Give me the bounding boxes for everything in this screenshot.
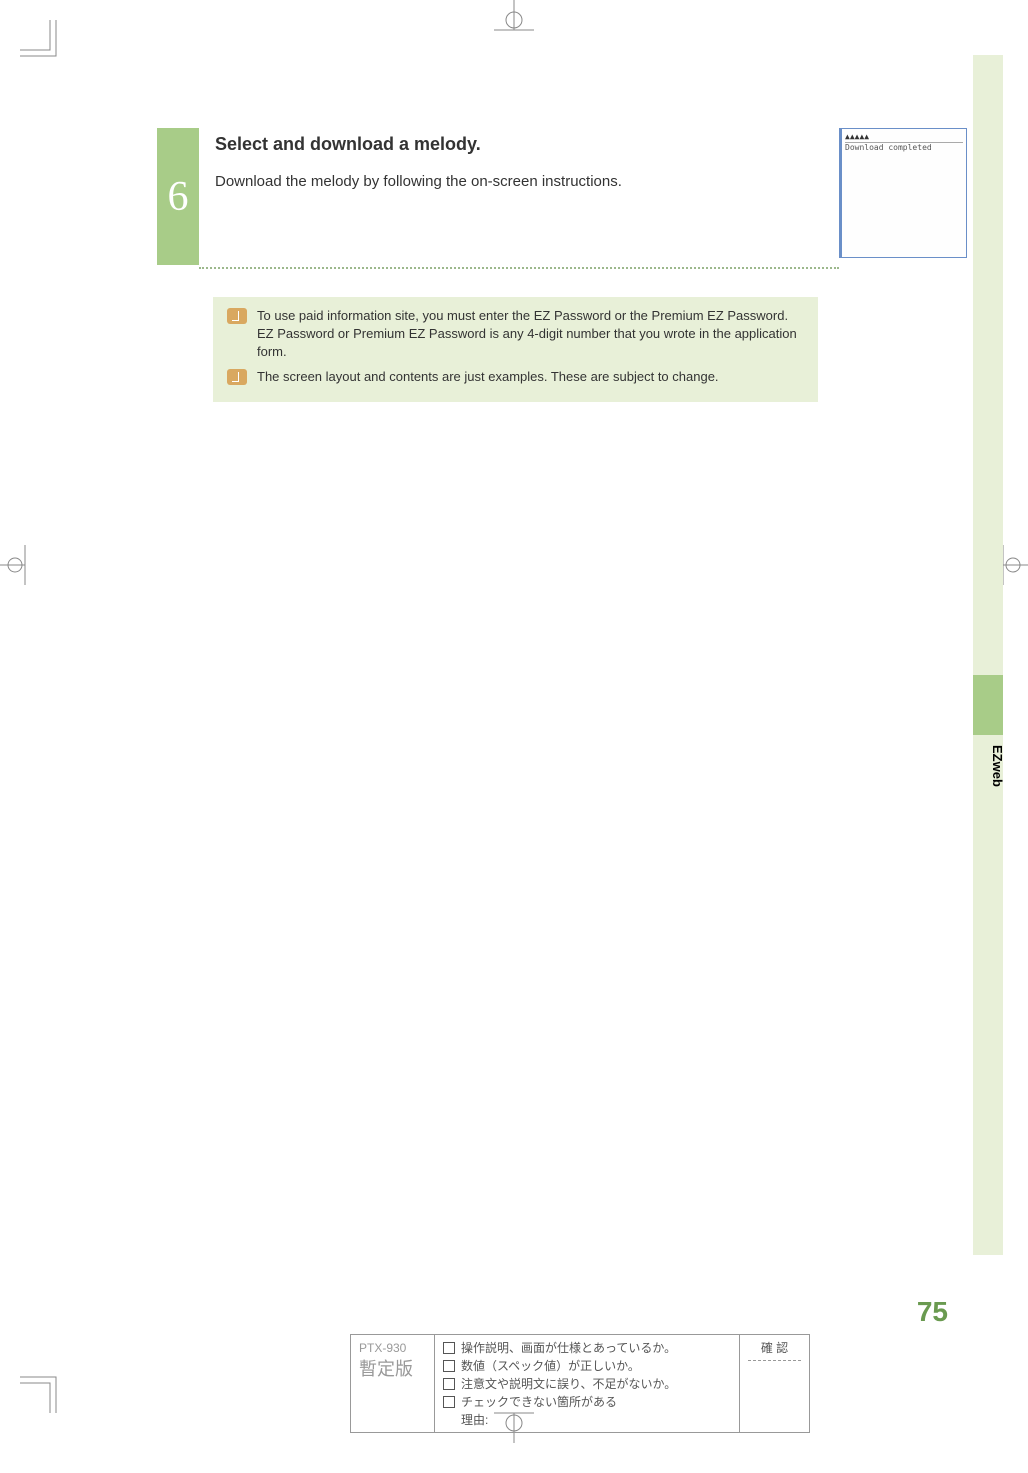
checklist-text: 注意文や説明文に誤り、不足がないか。: [461, 1375, 676, 1392]
reason-label: 理由:: [443, 1411, 731, 1428]
confirm-label: 確 認: [748, 1339, 801, 1356]
crop-mark-left-center: [0, 540, 30, 590]
proofing-checklist: PTX-930 暫定版 操作説明、画面が仕様とあっているか。 数値（スペック値）…: [350, 1334, 850, 1433]
step-title: Select and download a melody.: [215, 134, 797, 155]
phone-screen-header: ▲▲▲▲▲: [845, 132, 963, 143]
checkbox-icon[interactable]: [443, 1378, 455, 1390]
checkbox-icon[interactable]: [443, 1360, 455, 1372]
side-bar: EZweb: [973, 55, 1003, 1255]
crop-mark-bl: [20, 1373, 60, 1413]
note-item: The screen layout and contents are just …: [227, 368, 804, 386]
note-text: The screen layout and contents are just …: [257, 368, 719, 386]
hand-icon: [227, 308, 247, 324]
checklist-text: 数値（スペック値）が正しいか。: [461, 1357, 640, 1374]
model-info: PTX-930 暫定版: [350, 1334, 435, 1433]
main-content: 6 Select and download a melody. Download…: [157, 128, 797, 402]
checklist-item: 数値（スペック値）が正しいか。: [443, 1357, 731, 1374]
checklist-item: 注意文や説明文に誤り、不足がないか。: [443, 1375, 731, 1392]
dotted-divider: [199, 267, 839, 269]
checkbox-icon[interactable]: [443, 1396, 455, 1408]
confirm-column: 確 認: [740, 1334, 810, 1433]
phone-screen-message: Download completed: [845, 143, 963, 152]
crop-mark-tl: [20, 20, 60, 60]
confirm-divider: [748, 1360, 801, 1361]
hand-icon: [227, 369, 247, 385]
crop-mark-top-center: [484, 0, 544, 40]
version-label: 暫定版: [359, 1355, 426, 1381]
checklist-items: 操作説明、画面が仕様とあっているか。 数値（スペック値）が正しいか。 注意文や説…: [435, 1334, 740, 1433]
step-block: 6 Select and download a melody. Download…: [157, 128, 797, 265]
page-number: 75: [917, 1296, 948, 1328]
checkbox-icon[interactable]: [443, 1342, 455, 1354]
side-label: EZweb: [990, 745, 1005, 787]
model-number: PTX-930: [359, 1341, 426, 1355]
note-box: To use paid information site, you must e…: [213, 297, 818, 402]
note-item: To use paid information site, you must e…: [227, 307, 804, 362]
step-text: Select and download a melody. Download t…: [199, 128, 797, 190]
side-bar-highlight: [973, 675, 1003, 735]
checklist-item: 操作説明、画面が仕様とあっているか。: [443, 1339, 731, 1356]
step-number: 6: [157, 128, 199, 265]
step-description: Download the melody by following the on-…: [215, 173, 797, 190]
phone-screen-mockup: ▲▲▲▲▲ Download completed: [839, 128, 967, 258]
checklist-text: 操作説明、画面が仕様とあっているか。: [461, 1339, 676, 1356]
checklist-text: チェックできない箇所がある: [461, 1393, 617, 1410]
checklist-item: チェックできない箇所がある: [443, 1393, 731, 1410]
note-text: To use paid information site, you must e…: [257, 307, 804, 362]
